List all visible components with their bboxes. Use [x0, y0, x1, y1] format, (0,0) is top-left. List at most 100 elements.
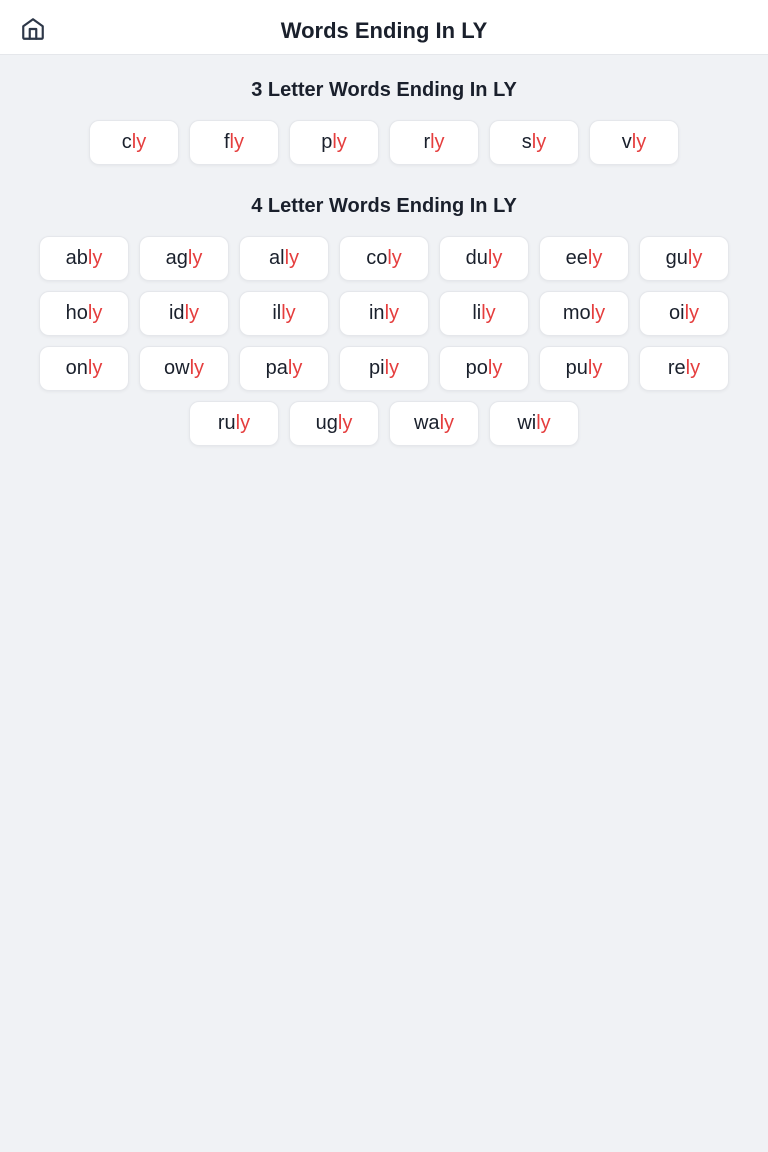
word-card[interactable]: moly — [539, 291, 629, 336]
word-card[interactable]: eely — [539, 236, 629, 281]
word-suffix: ly — [488, 357, 502, 379]
word-card[interactable]: cly — [89, 120, 179, 165]
word-card[interactable]: oily — [639, 291, 729, 336]
word-card[interactable]: ugly — [289, 401, 379, 446]
word-card[interactable]: wily — [489, 401, 579, 446]
word-suffix: ly — [281, 302, 295, 324]
word-card[interactable]: ally — [239, 236, 329, 281]
word-suffix: ly — [588, 247, 602, 269]
word-prefix: il — [272, 302, 281, 324]
word-card[interactable]: puly — [539, 346, 629, 391]
word-suffix: ly — [185, 302, 199, 324]
word-prefix: co — [366, 247, 387, 269]
word-prefix: gu — [666, 247, 688, 269]
word-suffix: ly — [481, 302, 495, 324]
word-prefix: al — [269, 247, 285, 269]
word-suffix: ly — [588, 357, 602, 379]
word-card[interactable]: fly — [189, 120, 279, 165]
page-header: Words Ending In LY — [0, 0, 768, 55]
word-prefix: pa — [266, 357, 288, 379]
word-card[interactable]: pily — [339, 346, 429, 391]
word-card[interactable]: owly — [139, 346, 229, 391]
word-suffix: ly — [88, 357, 102, 379]
word-prefix: mo — [563, 302, 591, 324]
word-card[interactable]: holy — [39, 291, 129, 336]
word-card[interactable]: guly — [639, 236, 729, 281]
word-suffix: ly — [685, 302, 699, 324]
word-prefix: ru — [218, 412, 236, 434]
word-prefix: po — [466, 357, 488, 379]
word-card[interactable]: lily — [439, 291, 529, 336]
word-prefix: ee — [566, 247, 588, 269]
word-card[interactable]: paly — [239, 346, 329, 391]
word-suffix: ly — [285, 247, 299, 269]
main-content: 3 Letter Words Ending In LYclyflyplyrlys… — [0, 55, 768, 516]
word-suffix: ly — [430, 131, 444, 153]
section-title-3-letter: 3 Letter Words Ending In LY — [20, 79, 748, 102]
word-card[interactable]: duly — [439, 236, 529, 281]
word-card[interactable]: idly — [139, 291, 229, 336]
word-grid-3-letter: clyflyplyrlyslyvly — [20, 120, 748, 165]
word-prefix: ow — [164, 357, 190, 379]
word-card[interactable]: ply — [289, 120, 379, 165]
word-prefix: ho — [66, 302, 88, 324]
word-prefix: ug — [316, 412, 338, 434]
word-card[interactable]: rly — [389, 120, 479, 165]
word-card[interactable]: coly — [339, 236, 429, 281]
page-title: Words Ending In LY — [20, 18, 748, 44]
word-prefix: p — [321, 131, 332, 153]
word-suffix: ly — [688, 247, 702, 269]
home-icon[interactable] — [20, 16, 46, 47]
word-suffix: ly — [188, 247, 202, 269]
word-card[interactable]: agly — [139, 236, 229, 281]
word-card[interactable]: poly — [439, 346, 529, 391]
word-prefix: oi — [669, 302, 685, 324]
word-prefix: v — [622, 131, 632, 153]
word-card[interactable]: ruly — [189, 401, 279, 446]
word-prefix: s — [522, 131, 532, 153]
word-suffix: ly — [385, 302, 399, 324]
word-prefix: ab — [66, 247, 88, 269]
word-prefix: on — [66, 357, 88, 379]
word-suffix: ly — [440, 412, 454, 434]
word-card[interactable]: waly — [389, 401, 479, 446]
word-suffix: ly — [88, 247, 102, 269]
word-prefix: in — [369, 302, 385, 324]
word-suffix: ly — [686, 357, 700, 379]
word-prefix: wa — [414, 412, 440, 434]
word-suffix: ly — [132, 131, 146, 153]
word-suffix: ly — [190, 357, 204, 379]
word-prefix: du — [466, 247, 488, 269]
word-suffix: ly — [236, 412, 250, 434]
word-suffix: ly — [536, 412, 550, 434]
word-prefix: pi — [369, 357, 385, 379]
word-suffix: ly — [230, 131, 244, 153]
word-suffix: ly — [288, 357, 302, 379]
word-prefix: wi — [517, 412, 536, 434]
word-card[interactable]: sly — [489, 120, 579, 165]
word-suffix: ly — [332, 131, 346, 153]
word-prefix: re — [668, 357, 686, 379]
word-card[interactable]: illy — [239, 291, 329, 336]
word-prefix: pu — [566, 357, 588, 379]
word-card[interactable]: rely — [639, 346, 729, 391]
section-4-letter: 4 Letter Words Ending In LYablyaglyallyc… — [20, 195, 748, 446]
word-card[interactable]: inly — [339, 291, 429, 336]
word-suffix: ly — [532, 131, 546, 153]
word-suffix: ly — [488, 247, 502, 269]
word-suffix: ly — [385, 357, 399, 379]
word-suffix: ly — [387, 247, 401, 269]
word-prefix: id — [169, 302, 185, 324]
section-3-letter: 3 Letter Words Ending In LYclyflyplyrlys… — [20, 79, 748, 165]
word-card[interactable]: ably — [39, 236, 129, 281]
word-suffix: ly — [88, 302, 102, 324]
word-prefix: c — [122, 131, 132, 153]
word-suffix: ly — [591, 302, 605, 324]
word-prefix: li — [472, 302, 481, 324]
word-suffix: ly — [338, 412, 352, 434]
word-card[interactable]: vly — [589, 120, 679, 165]
word-prefix: ag — [166, 247, 188, 269]
word-grid-4-letter: ablyaglyallycolydulyeelygulyholyidlyilly… — [20, 236, 748, 446]
word-card[interactable]: only — [39, 346, 129, 391]
word-suffix: ly — [632, 131, 646, 153]
